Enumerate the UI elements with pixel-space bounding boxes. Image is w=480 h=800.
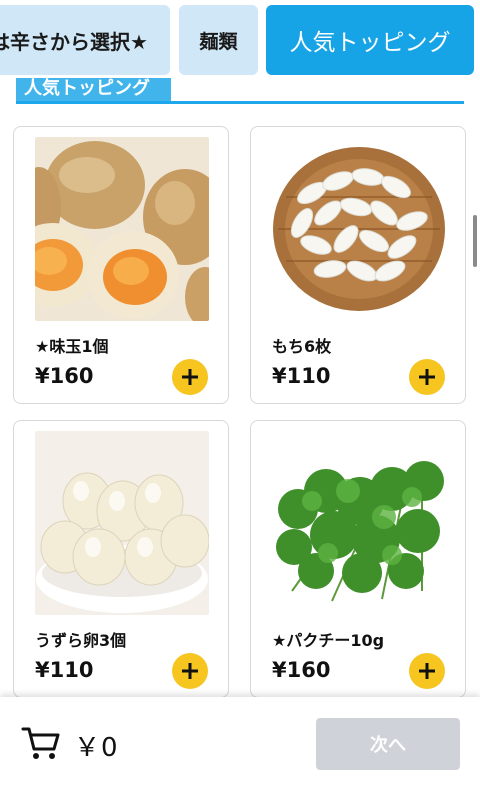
add-button[interactable] <box>172 359 208 395</box>
next-button[interactable]: 次へ <box>316 718 460 770</box>
product-price: ¥110 <box>35 658 94 682</box>
plus-icon <box>419 369 435 385</box>
product-price: ¥160 <box>272 658 331 682</box>
product-name: うずら卵3個 <box>35 631 127 650</box>
product-price: ¥160 <box>35 364 94 388</box>
app-root: は辛さから選択★ 麺類 人気トッピング 人気トッピング ★味玉1個 ¥160 も… <box>0 0 480 800</box>
tab-spiciness[interactable]: は辛さから選択★ <box>0 5 170 75</box>
product-name: もち6枚 <box>272 337 332 356</box>
product-image-quail-eggs <box>35 431 209 615</box>
product-card[interactable]: もち6枚 ¥110 <box>250 126 466 404</box>
product-image-coriander <box>272 431 446 615</box>
product-card[interactable]: うずら卵3個 ¥110 <box>13 420 229 698</box>
plus-icon <box>182 663 198 679</box>
plus-icon <box>419 663 435 679</box>
cart-icon[interactable] <box>21 725 61 761</box>
tab-popular-toppings[interactable]: 人気トッピング <box>266 5 474 75</box>
tab-noodles[interactable]: 麺類 <box>179 5 258 75</box>
product-price: ¥110 <box>272 364 331 388</box>
section-header: 人気トッピング <box>16 78 464 104</box>
add-button[interactable] <box>409 653 445 689</box>
add-button[interactable] <box>172 653 208 689</box>
product-name: ★味玉1個 <box>35 337 109 356</box>
category-tabs: は辛さから選択★ 麺類 人気トッピング <box>0 0 480 78</box>
section-title: 人気トッピング <box>16 78 171 101</box>
add-button[interactable] <box>409 359 445 395</box>
product-card[interactable]: ★味玉1個 ¥160 <box>13 126 229 404</box>
product-image-mochi <box>272 137 446 321</box>
scrollbar-thumb[interactable] <box>473 215 477 267</box>
product-card[interactable]: ★パクチー10g ¥160 <box>250 420 466 698</box>
cart-total: ￥0 <box>74 733 119 763</box>
bottom-bar: ￥0 次へ <box>0 697 480 800</box>
product-image-marinated-eggs <box>35 137 209 321</box>
plus-icon <box>182 369 198 385</box>
product-name: ★パクチー10g <box>272 631 385 650</box>
